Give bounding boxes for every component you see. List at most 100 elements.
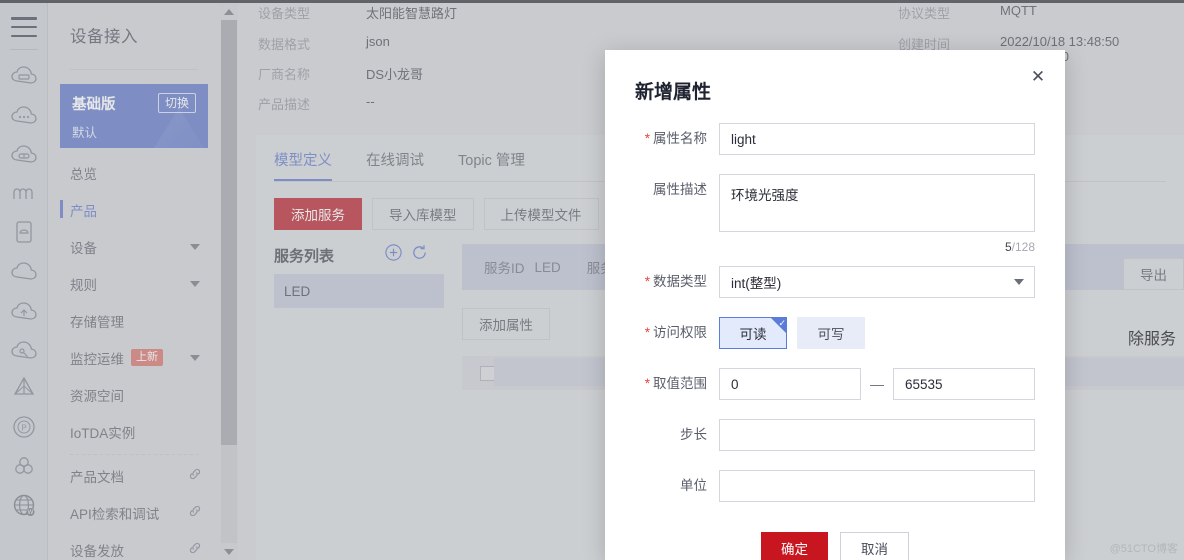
range-max-input[interactable]: [893, 368, 1035, 400]
sidebar-item-label: 设备: [70, 237, 97, 257]
version-switch-button[interactable]: 切换: [158, 93, 196, 113]
rail-divider: [10, 49, 38, 50]
external-link-icon: [188, 504, 202, 521]
circle-p-icon[interactable]: P: [4, 407, 44, 446]
required-marker: *: [645, 274, 650, 289]
sidebar-item-device[interactable]: 设备: [48, 228, 220, 265]
dialog-title: 新增属性: [605, 50, 1065, 104]
sidebar-item-monitoring[interactable]: 监控运维 上新: [48, 339, 220, 376]
property-description-textarea[interactable]: [719, 174, 1035, 232]
step-input[interactable]: [719, 419, 1035, 451]
info-label: 设备类型: [258, 6, 310, 21]
list-item[interactable]: LED: [274, 274, 444, 308]
tab-online-debug[interactable]: 在线调试: [366, 149, 424, 181]
dialog-footer: 确定 取消: [605, 532, 1065, 560]
sidebar-dotted-divider: [70, 454, 198, 455]
upload-model-file-button[interactable]: 上传模型文件: [484, 198, 599, 230]
confirm-button[interactable]: 确定: [761, 532, 828, 560]
refresh-icon[interactable]: [411, 244, 428, 266]
delete-service-link[interactable]: 除服务: [1128, 325, 1176, 349]
sidebar-scrollbar[interactable]: [220, 3, 238, 560]
tab-topic-management[interactable]: Topic 管理: [458, 149, 525, 181]
data-type-select[interactable]: [719, 266, 1035, 298]
chevron-down-icon: [1014, 279, 1024, 285]
info-label: 数据格式: [258, 37, 310, 52]
scroll-down-arrow-icon[interactable]: [220, 543, 238, 560]
scrollbar-thumb[interactable]: [221, 20, 237, 445]
sidebar-item-label: 产品: [70, 200, 97, 220]
sidebar-item-label: 存储管理: [70, 311, 124, 331]
plus-circle-icon[interactable]: [385, 244, 402, 266]
service-id-label: 服务ID: [484, 257, 525, 277]
info-value: 太阳能智慧路灯: [366, 6, 457, 21]
sidebar-item-storage[interactable]: 存储管理: [48, 302, 220, 339]
cloud-upload-icon[interactable]: [4, 290, 44, 329]
segment-label: 可读: [740, 323, 767, 343]
property-name-input[interactable]: [719, 123, 1035, 155]
add-property-dialog: ✕ 新增属性 *属性名称 属性描述 5/128 *数据类型 *访问权限: [605, 50, 1065, 560]
unit-input[interactable]: [719, 470, 1035, 502]
select-all-checkbox[interactable]: [480, 366, 495, 381]
add-service-button[interactable]: 添加服务: [274, 198, 362, 230]
sidebar-item-label: 总览: [70, 163, 97, 183]
hamburger-icon[interactable]: [11, 17, 37, 37]
export-button[interactable]: 导出: [1123, 258, 1184, 290]
sidebar-item-iotda-instance[interactable]: IoTDA实例: [48, 413, 220, 450]
sidebar-menu: 总览 产品 设备 规则 存储管理 监控运维 上新 资源空间: [48, 154, 220, 560]
required-marker: *: [645, 131, 650, 146]
app-root: P W 设备接入 基础版 切换 默认 总览 产品 设备: [0, 0, 1184, 560]
cloud-plain-icon[interactable]: [4, 251, 44, 290]
svg-text:W: W: [27, 510, 33, 516]
sidebar-item-api-explorer[interactable]: API检索和调试: [48, 494, 220, 531]
scroll-up-arrow-icon[interactable]: [220, 3, 238, 20]
device-card-icon[interactable]: [4, 212, 44, 251]
watermark: @51CTO博客: [1110, 540, 1178, 556]
sidebar-item-overview[interactable]: 总览: [48, 154, 220, 191]
sidebar-item-resource-space[interactable]: 资源空间: [48, 376, 220, 413]
status-badge: 上新: [131, 349, 163, 366]
range-min-input[interactable]: [719, 368, 861, 400]
access-option-writable[interactable]: 可写: [797, 317, 865, 349]
info-value: DS小龙哥: [366, 67, 423, 82]
tab-model-definition[interactable]: 模型定义: [274, 149, 332, 181]
version-sub: 默认: [72, 122, 196, 141]
sidebar-item-rule[interactable]: 规则: [48, 265, 220, 302]
globe-w-icon[interactable]: W: [4, 485, 44, 524]
cloud-key-icon[interactable]: [4, 329, 44, 368]
chevron-down-icon: [190, 355, 200, 361]
cloud-server-icon[interactable]: [4, 56, 44, 95]
info-label: 产品描述: [258, 97, 310, 112]
sidebar-item-label: 监控运维: [70, 348, 124, 368]
service-list-panel: 服务列表 LED: [256, 244, 444, 390]
svg-text:P: P: [21, 423, 26, 432]
field-value-range: *取值范围 —: [605, 368, 1065, 400]
service-list-title: 服务列表: [274, 245, 334, 266]
sidebar-item-device-provisioning[interactable]: 设备发放: [48, 531, 220, 560]
wave-icon[interactable]: [4, 173, 44, 212]
sidebar-item-label: 产品文档: [70, 466, 124, 486]
version-card[interactable]: 基础版 切换 默认: [60, 84, 208, 148]
sidebar-item-docs[interactable]: 产品文档: [48, 457, 220, 494]
import-library-model-button[interactable]: 导入库模型: [372, 198, 474, 230]
field-label: 步长: [635, 419, 719, 451]
cluster-icon[interactable]: [4, 446, 44, 485]
sidebar-item-product[interactable]: 产品: [48, 191, 220, 228]
field-property-name: *属性名称: [605, 123, 1065, 155]
access-option-readable[interactable]: 可读 ✓: [719, 317, 787, 349]
segment-label: 可写: [818, 323, 845, 343]
cloud-database-icon[interactable]: [4, 134, 44, 173]
cancel-button[interactable]: 取消: [840, 532, 909, 560]
sidebar-item-label: 设备发放: [70, 540, 124, 560]
version-name: 基础版: [72, 93, 116, 114]
external-link-icon: [188, 541, 202, 558]
close-icon[interactable]: ✕: [1025, 64, 1051, 90]
field-unit: 单位: [605, 470, 1065, 502]
add-property-button[interactable]: 添加属性: [462, 308, 550, 340]
required-marker: *: [645, 325, 650, 340]
info-value: --: [366, 94, 375, 109]
cloud-chat-icon[interactable]: [4, 95, 44, 134]
info-value: MQTT: [1000, 3, 1037, 18]
counter-max: /128: [1012, 240, 1035, 254]
pyramid-icon[interactable]: [4, 368, 44, 407]
info-label: 厂商名称: [258, 67, 310, 82]
